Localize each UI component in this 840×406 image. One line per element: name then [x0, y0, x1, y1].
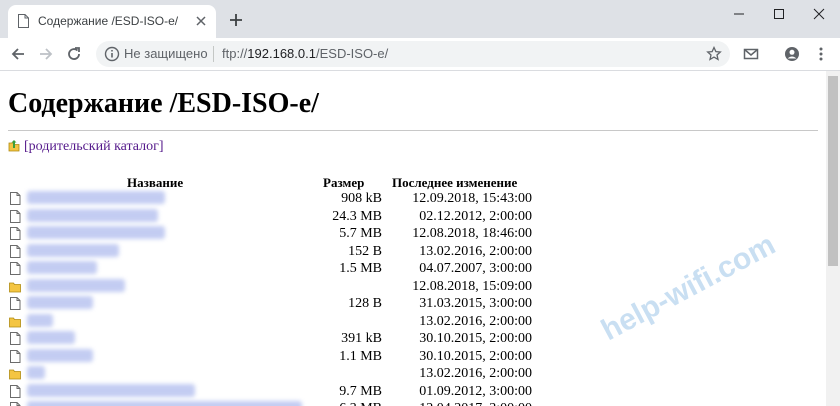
mail-extension-icon[interactable]	[743, 46, 759, 62]
file-icon	[10, 227, 21, 240]
folder-icon	[9, 282, 21, 292]
info-icon[interactable]	[104, 46, 120, 62]
table-row[interactable]: 9.7 MB 01.09.2012, 3:00:00	[0, 383, 600, 401]
modified-date: 12.08.2018, 15:09:00	[412, 278, 532, 294]
vertical-scrollbar[interactable]	[826, 71, 840, 406]
page-content: Содержание /ESD-ISO-e/ [родительский кат…	[0, 71, 826, 406]
modified-date: 30.10.2015, 2:00:00	[419, 348, 532, 364]
column-header-size[interactable]: Размер	[323, 175, 364, 191]
modified-date: 30.10.2015, 2:00:00	[419, 331, 532, 346]
file-size: 6.3 MB	[339, 401, 382, 406]
table-row[interactable]: 5.7 MB 12.08.2018, 18:46:00	[0, 225, 600, 243]
file-icon	[10, 262, 21, 275]
table-row[interactable]: 1.5 MB 04.07.2007, 3:00:00	[0, 260, 600, 278]
table-row[interactable]: 24.3 MB 02.12.2012, 2:00:00	[0, 208, 600, 226]
file-name-redacted[interactable]	[27, 313, 53, 327]
page-title: Содержание /ESD-ISO-e/	[8, 88, 319, 119]
security-label[interactable]: Не защищено	[124, 46, 208, 61]
table-row[interactable]: 13.02.2016, 2:00:00	[0, 313, 600, 331]
file-name-redacted[interactable]	[27, 261, 97, 274]
file-size: 152 B	[348, 243, 382, 259]
file-name-redacted[interactable]	[27, 383, 195, 397]
url-text[interactable]: ftp://192.168.0.1/ESD-ISO-e/	[222, 46, 388, 61]
tab-title: Содержание /ESD-ISO-e/	[38, 14, 179, 28]
table-row[interactable]: 152 B 13.02.2016, 2:00:00	[0, 243, 600, 261]
modified-date: 02.12.2012, 2:00:00	[419, 208, 532, 224]
table-row[interactable]: 908 kB 12.09.2018, 15:43:00	[0, 190, 600, 208]
maximize-icon[interactable]	[765, 5, 793, 23]
file-name-redacted[interactable]	[27, 348, 93, 362]
modified-date: 01.09.2012, 3:00:00	[419, 383, 532, 399]
file-name-redacted[interactable]	[27, 278, 125, 292]
tab-strip: Содержание /ESD-ISO-e/	[0, 0, 840, 38]
file-icon	[10, 244, 21, 258]
file-icon	[10, 402, 21, 406]
up-folder-icon	[8, 140, 20, 152]
minimize-icon[interactable]	[725, 5, 753, 23]
table-row[interactable]: 6.3 MB 12.04.2017, 3:00:00	[0, 400, 600, 406]
file-name-redacted[interactable]	[27, 331, 75, 344]
file-size: 391 kB	[341, 331, 382, 346]
divider	[8, 130, 818, 131]
file-icon	[10, 332, 21, 345]
file-size: 128 B	[348, 296, 382, 311]
file-name-redacted[interactable]	[27, 243, 119, 257]
address-separator	[213, 46, 214, 62]
browser-tab[interactable]: Содержание /ESD-ISO-e/	[8, 5, 216, 38]
column-header-modified[interactable]: Последнее изменение	[392, 175, 517, 191]
file-name-redacted[interactable]	[27, 208, 158, 222]
file-name-redacted[interactable]	[27, 401, 302, 406]
modified-date: 04.07.2007, 3:00:00	[419, 261, 532, 276]
profile-avatar-icon[interactable]	[784, 46, 800, 62]
file-size: 1.5 MB	[339, 261, 382, 276]
menu-kebab-icon[interactable]	[813, 46, 829, 62]
modified-date: 31.03.2015, 3:00:00	[419, 296, 532, 311]
file-icon	[10, 349, 21, 363]
forward-arrow-icon[interactable]	[38, 46, 54, 62]
folder-icon	[9, 317, 21, 327]
modified-date: 12.04.2017, 3:00:00	[392, 401, 532, 406]
file-icon	[10, 192, 21, 205]
table-row[interactable]: 391 kB 30.10.2015, 2:00:00	[0, 330, 600, 348]
parent-directory-link[interactable]: [родительский каталог]	[24, 139, 164, 154]
parent-directory[interactable]: [родительский каталог]	[8, 139, 164, 155]
modified-date: 12.09.2018, 15:43:00	[412, 191, 532, 206]
table-row[interactable]: 13.02.2016, 2:00:00	[0, 365, 600, 383]
back-arrow-icon[interactable]	[10, 46, 26, 62]
file-icon	[10, 384, 21, 398]
modified-date: 13.02.2016, 2:00:00	[419, 243, 532, 259]
table-row[interactable]: 12.08.2018, 15:09:00	[0, 278, 600, 296]
modified-date: 13.02.2016, 2:00:00	[419, 313, 532, 329]
file-size: 9.7 MB	[339, 383, 382, 399]
file-icon	[10, 297, 21, 310]
reload-icon[interactable]	[66, 46, 82, 62]
folder-icon	[9, 369, 21, 380]
column-header-name[interactable]: Название	[127, 175, 183, 191]
file-size: 24.3 MB	[332, 208, 382, 224]
address-bar[interactable]: Не защищено ftp://192.168.0.1/ESD-ISO-e/	[96, 41, 730, 67]
file-name-redacted[interactable]	[27, 191, 165, 204]
file-name-redacted[interactable]	[27, 366, 45, 379]
new-tab-button[interactable]	[228, 12, 244, 28]
file-name-redacted[interactable]	[27, 296, 93, 309]
bookmark-star-icon[interactable]	[706, 46, 722, 62]
file-size: 5.7 MB	[339, 226, 382, 241]
file-name-redacted[interactable]	[27, 226, 165, 239]
file-size: 908 kB	[341, 191, 382, 206]
modified-date: 13.02.2016, 2:00:00	[419, 366, 532, 381]
close-window-icon[interactable]	[805, 5, 833, 23]
scrollbar-thumb[interactable]	[828, 76, 838, 266]
modified-date: 12.08.2018, 18:46:00	[412, 226, 532, 241]
file-icon	[10, 209, 21, 223]
browser-toolbar: Не защищено ftp://192.168.0.1/ESD-ISO-e/	[0, 38, 840, 71]
table-row[interactable]: 128 B 31.03.2015, 3:00:00	[0, 295, 600, 313]
table-row[interactable]: 1.1 MB 30.10.2015, 2:00:00	[0, 348, 600, 366]
document-icon	[18, 14, 29, 28]
file-size: 1.1 MB	[339, 348, 382, 364]
close-tab-icon[interactable]	[194, 14, 208, 28]
